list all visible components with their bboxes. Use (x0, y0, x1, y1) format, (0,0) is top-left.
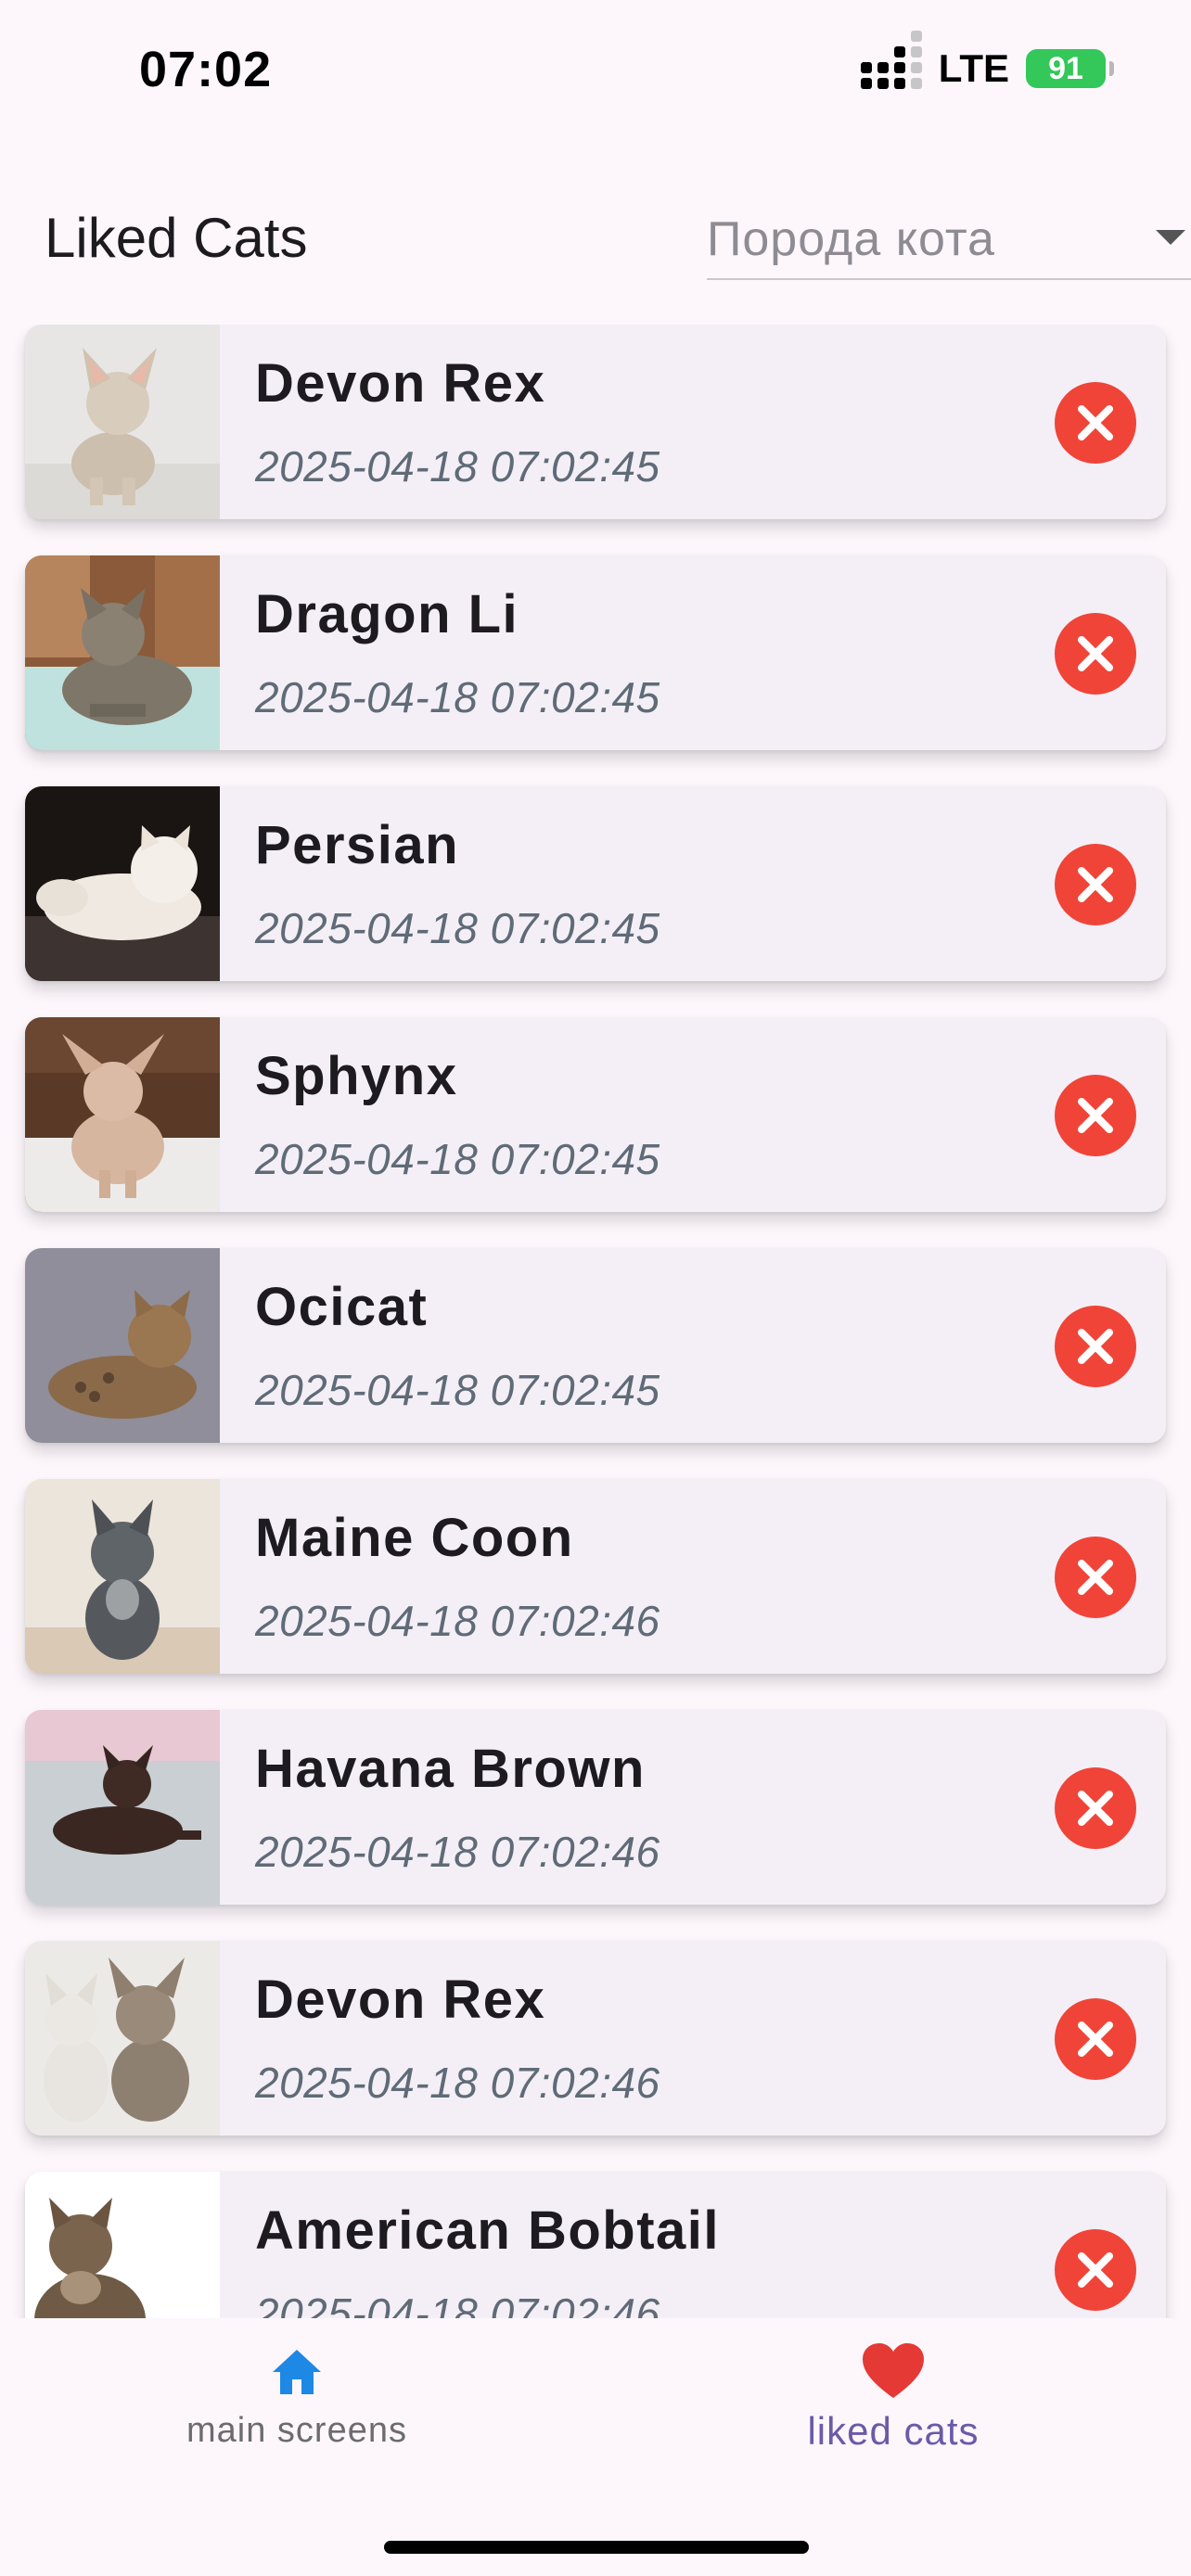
battery-level: 91 (1048, 50, 1083, 86)
liked-timestamp: 2025-04-18 07:02:45 (255, 442, 660, 491)
close-icon (1078, 405, 1113, 440)
app-header: Liked Cats Порода кота (0, 185, 1191, 287)
nav-item-liked-cats[interactable]: liked cats (708, 2342, 1079, 2454)
breed-name: Devon Rex (255, 1970, 546, 2030)
liked-timestamp: 2025-04-18 07:02:46 (255, 1828, 660, 1876)
cat-photo (25, 1710, 220, 1905)
cat-photo (25, 1479, 220, 1674)
dropdown-arrow-icon (1156, 230, 1185, 245)
liked-timestamp: 2025-04-18 07:02:45 (255, 1366, 660, 1414)
remove-button[interactable] (1055, 2229, 1136, 2311)
liked-cat-card[interactable]: Persian 2025-04-18 07:02:45 (25, 786, 1166, 981)
liked-cat-card[interactable]: Sphynx 2025-04-18 07:02:45 (25, 1017, 1166, 1212)
breed-filter-placeholder: Порода кота (707, 212, 995, 266)
remove-button[interactable] (1055, 844, 1136, 925)
liked-cat-card[interactable]: Dragon Li 2025-04-18 07:02:45 (25, 555, 1166, 750)
cat-photo (25, 325, 220, 519)
close-icon (1078, 2021, 1113, 2057)
liked-cat-card[interactable]: Devon Rex 2025-04-18 07:02:46 (25, 1941, 1166, 2136)
cat-photo (25, 2172, 220, 2318)
cellular-signal-icon (860, 31, 922, 89)
close-icon (1078, 1560, 1113, 1595)
remove-button[interactable] (1055, 382, 1136, 464)
liked-cat-card[interactable]: Maine Coon 2025-04-18 07:02:46 (25, 1479, 1166, 1674)
liked-timestamp: 2025-04-18 07:02:45 (255, 673, 660, 721)
cat-photo (25, 786, 220, 981)
liked-cat-card[interactable]: American Bobtail 2025-04-18 07:02:46 (25, 2172, 1166, 2318)
nav-item-main-screens[interactable]: main screens (111, 2342, 482, 2451)
bottom-navigation-bar: main screens liked cats (0, 2318, 1191, 2576)
close-icon (1078, 2252, 1113, 2288)
breed-name: Dragon Li (255, 584, 519, 644)
heart-icon (863, 2343, 924, 2398)
page-title: Liked Cats (45, 207, 308, 269)
liked-cats-screen: 07:02 LTE 91 Liked Cats Порода кота Devo… (0, 0, 1191, 2576)
close-icon (1078, 1098, 1113, 1133)
breed-name: Maine Coon (255, 1508, 574, 1568)
status-indicators: LTE 91 (860, 31, 1114, 91)
nav-label: main screens (186, 2411, 407, 2450)
breed-filter-dropdown[interactable]: Порода кота (707, 204, 1191, 280)
liked-cat-card[interactable]: Havana Brown 2025-04-18 07:02:46 (25, 1710, 1166, 1905)
breed-name: Sphynx (255, 1046, 458, 1106)
close-icon (1078, 867, 1113, 902)
cat-photo (25, 1248, 220, 1443)
remove-button[interactable] (1055, 1998, 1136, 2080)
breed-name: American Bobtail (255, 2200, 720, 2261)
home-indicator[interactable] (384, 2541, 809, 2554)
liked-timestamp: 2025-04-18 07:02:45 (255, 904, 660, 952)
cat-photo (25, 1017, 220, 1212)
liked-cat-card[interactable]: Ocicat 2025-04-18 07:02:45 (25, 1248, 1166, 1443)
home-icon (273, 2350, 321, 2394)
liked-cat-card[interactable]: Devon Rex 2025-04-18 07:02:45 (25, 325, 1166, 519)
liked-cats-list[interactable]: Devon Rex 2025-04-18 07:02:45 Dragon Li … (0, 325, 1191, 2318)
remove-button[interactable] (1055, 1767, 1136, 1849)
liked-timestamp: 2025-04-18 07:02:46 (255, 1597, 660, 1645)
nav-label: liked cats (807, 2409, 980, 2453)
status-time: 07:02 (139, 42, 273, 97)
liked-timestamp: 2025-04-18 07:02:46 (255, 2059, 660, 2107)
breed-name: Ocicat (255, 1277, 429, 1337)
breed-name: Devon Rex (255, 353, 546, 414)
remove-button[interactable] (1055, 1537, 1136, 1618)
close-icon (1078, 636, 1113, 671)
cat-photo (25, 555, 220, 750)
liked-timestamp: 2025-04-18 07:02:45 (255, 1135, 660, 1183)
close-icon (1078, 1791, 1113, 1826)
battery-icon: 91 (1026, 49, 1114, 88)
remove-button[interactable] (1055, 1075, 1136, 1156)
remove-button[interactable] (1055, 613, 1136, 695)
liked-timestamp: 2025-04-18 07:02:46 (255, 2289, 660, 2318)
status-bar: 07:02 LTE 91 (0, 0, 1191, 139)
cat-photo (25, 1941, 220, 2136)
network-type: LTE (938, 46, 1009, 90)
close-icon (1078, 1329, 1113, 1364)
remove-button[interactable] (1055, 1306, 1136, 1387)
breed-name: Persian (255, 815, 460, 875)
breed-name: Havana Brown (255, 1739, 646, 1799)
